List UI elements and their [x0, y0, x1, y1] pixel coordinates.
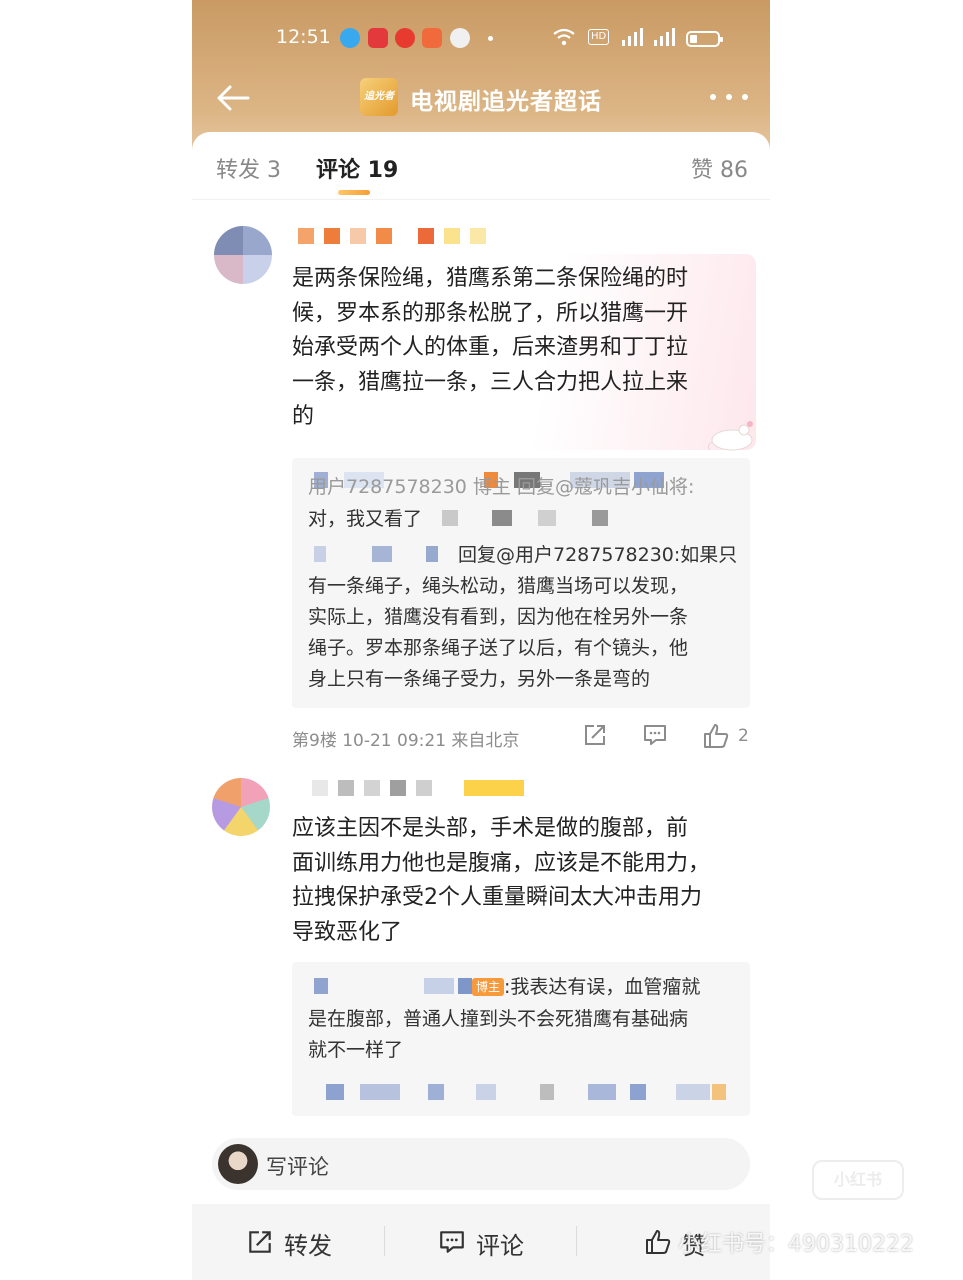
- comment-line: 始承受两个人的体重，后来渣男和丁丁拉: [292, 335, 689, 360]
- reply-line: 博主:我表达有误，血管瘤就: [472, 972, 700, 1003]
- comment-line: 拉拽保护承受2个人重量瞬间太大冲击用力: [292, 885, 702, 910]
- reply-line: 是在腹部，普通人撞到头不会死猎鹰有基础病: [308, 1008, 689, 1030]
- more-notifications-icon: [488, 36, 493, 41]
- divider: [384, 1226, 385, 1256]
- hd-icon: HD: [588, 29, 610, 45]
- weibo-icon: [395, 28, 415, 48]
- floor-time-location: 第9楼 10-21 09:21 来自北京: [292, 731, 520, 751]
- mouse-sticker-icon: [707, 421, 753, 451]
- reply-text: :我表达有误，血管瘤就: [504, 976, 701, 998]
- status-time: 12:51: [276, 26, 331, 48]
- reply-line: 回复@用户7287578230:如果只: [458, 544, 738, 566]
- thumbs-up-icon: [646, 1230, 671, 1254]
- comment-line: 候，罗本系的那条松脱了，所以猎鹰一开: [292, 300, 689, 326]
- tab-bar: 转发 3 评论 19 赞 86: [192, 132, 770, 200]
- top-navigation: 追光者 电视剧追光者超话: [192, 72, 770, 124]
- comment-icon: [440, 1231, 464, 1253]
- more-options-icon[interactable]: [710, 94, 750, 102]
- blurred-reply-fragment: [442, 510, 622, 526]
- reply-thread[interactable]: 用户7287578230 博主 回复@蔻巩吉小仙将: 对，我又看了 回复@用户7…: [292, 458, 750, 708]
- status-bar: 12:51 HD: [192, 22, 770, 56]
- username-blurred[interactable]: [312, 780, 534, 796]
- blurred-reply-author: [314, 546, 474, 562]
- back-arrow-icon[interactable]: [214, 80, 252, 116]
- comment-label: 评论: [476, 1232, 524, 1260]
- tab-likes[interactable]: 赞 86: [691, 152, 748, 184]
- comment-line: 应该主因不是头部，手术是做的腹部，前: [292, 816, 689, 841]
- message-icon: [422, 28, 442, 48]
- xiaohongshu-watermark: 小红书号：490310222: [678, 1232, 914, 1257]
- comment-line: 一条，猎鹰拉一条，三人合力把人拉上来: [292, 369, 689, 395]
- comment-text: 应该主因不是头部，手术是做的腹部，前 面训练用力他也是腹痛，应该是不能用力， 拉…: [292, 812, 732, 950]
- phone-screen: 12:51 HD 追光者 电视剧追光者超话 转发 3 评论 19 赞 86 是两…: [192, 0, 770, 1280]
- blurred-reply-author: [314, 978, 472, 994]
- battery-icon: [686, 31, 723, 47]
- comment-line: 导致恶化了: [292, 919, 403, 945]
- reply-icon[interactable]: [642, 722, 668, 748]
- reply-line: 就不一样了: [308, 1039, 404, 1061]
- comment-meta: 第9楼 10-21 09:21 来自北京 2: [292, 722, 762, 752]
- wifi-icon: [553, 28, 575, 46]
- comments-sheet: 转发 3 评论 19 赞 86 是两条保险绳，猎鹰系第二条保险绳的时 候，罗本系…: [192, 132, 770, 1280]
- host-badge: 博主: [472, 978, 505, 996]
- comment-line: 是两条保险绳，猎鹰系第二条保险绳的时: [292, 266, 689, 291]
- like-count: 2: [738, 726, 749, 746]
- reply-thread[interactable]: 博主:我表达有误，血管瘤就 是在腹部，普通人撞到头不会死猎鹰有基础病 就不一样了: [292, 962, 750, 1116]
- tab-active-indicator: [338, 190, 370, 195]
- reply-line: 用户7287578230 博主 回复@蔻巩吉小仙将:: [308, 476, 695, 498]
- avatar[interactable]: [212, 778, 270, 836]
- write-comment-placeholder: 写评论: [266, 1155, 329, 1179]
- right-margin: [770, 0, 963, 1280]
- tab-comments[interactable]: 评论 19: [316, 152, 398, 184]
- comment-line: 面训练用力他也是腹痛，应该是不能用力，: [292, 850, 711, 876]
- share-icon[interactable]: [582, 722, 608, 748]
- reply-line: 有一条绳子，绳头松动，猎鹰当场可以发现，: [308, 575, 689, 597]
- xiaohongshu-watermark-logo: 小红书: [812, 1160, 904, 1200]
- write-comment-input[interactable]: 写评论: [212, 1138, 750, 1190]
- avatar: [218, 1144, 258, 1184]
- divider: [576, 1226, 577, 1256]
- qq-icon: [340, 28, 360, 48]
- reply-line: 身上只有一条绳子受力，另外一条是弯的: [308, 668, 651, 690]
- signal-icon: [654, 28, 675, 46]
- reply-line: 对，我又看了: [308, 508, 423, 530]
- left-margin: [0, 0, 192, 1280]
- signal-icon: [622, 28, 643, 46]
- forward-label: 转发: [284, 1232, 332, 1260]
- tab-forward[interactable]: 转发 3: [216, 152, 281, 184]
- comment-text: 是两条保险绳，猎鹰系第二条保险绳的时 候，罗本系的那条松脱了，所以猎鹰一开 始承…: [292, 262, 732, 435]
- share-icon: [249, 1231, 271, 1253]
- comment-line: 的: [292, 404, 315, 429]
- thumbs-up-icon[interactable]: [702, 722, 730, 750]
- reply-line: 绳子。罗本那条绳子送了以后，有个镜头，他: [308, 637, 689, 659]
- reply-line: 实际上，猎鹰没有看到，因为他在栓另外一条: [308, 606, 689, 628]
- avatar[interactable]: [214, 226, 272, 284]
- page-title[interactable]: 电视剧追光者超话: [410, 82, 602, 116]
- topic-logo[interactable]: 追光者: [360, 78, 398, 116]
- app-icon: [368, 28, 388, 48]
- wechat-icon: [450, 28, 470, 48]
- username-blurred[interactable]: [298, 228, 496, 244]
- blurred-reply-footer: [326, 1084, 726, 1100]
